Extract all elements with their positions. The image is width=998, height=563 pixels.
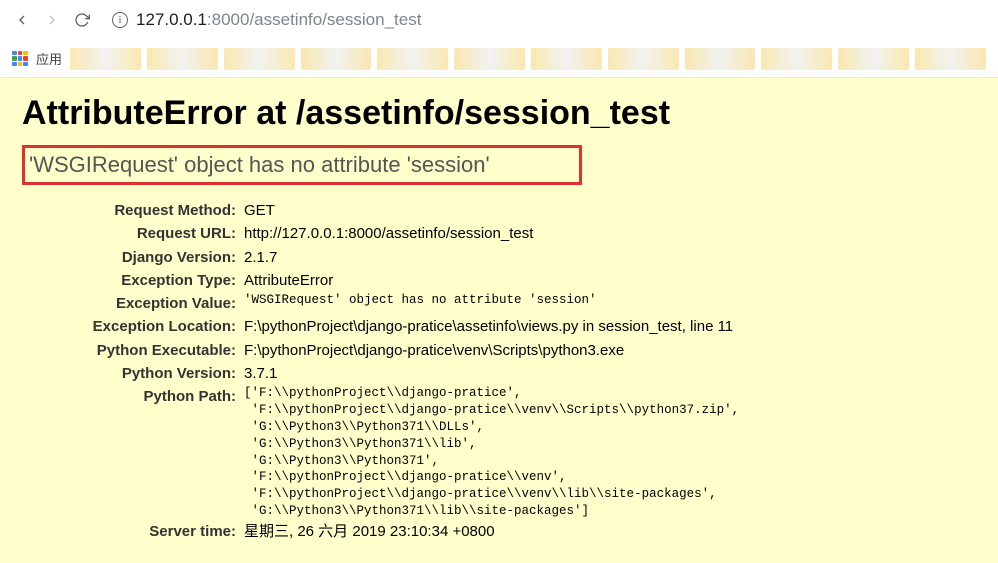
- python-executable-label: Python Executable:: [62, 339, 244, 362]
- exception-value-label: Exception Value:: [62, 292, 244, 315]
- exception-value-value: 'WSGIRequest' object has no attribute 's…: [244, 292, 597, 309]
- django-version-value: 2.1.7: [244, 246, 277, 269]
- error-page: AttributeError at /assetinfo/session_tes…: [0, 78, 998, 563]
- exception-type-row: Exception Type: AttributeError: [62, 269, 976, 292]
- apps-icon[interactable]: [12, 51, 28, 67]
- exception-type-label: Exception Type:: [62, 269, 244, 292]
- server-time-row: Server time: 星期三, 26 六月 2019 23:10:34 +0…: [62, 520, 976, 543]
- django-version-row: Django Version: 2.1.7: [62, 246, 976, 269]
- python-version-value: 3.7.1: [244, 362, 277, 385]
- python-path-row: Python Path: ['F:\\pythonProject\\django…: [62, 385, 976, 520]
- request-method-value: GET: [244, 199, 275, 222]
- exception-location-label: Exception Location:: [62, 315, 244, 338]
- bookmarks-redacted: [70, 48, 986, 70]
- python-path-value: ['F:\\pythonProject\\django-pratice', 'F…: [244, 385, 739, 520]
- request-url-value: http://127.0.0.1:8000/assetinfo/session_…: [244, 222, 533, 245]
- forward-button[interactable]: [42, 10, 62, 30]
- django-version-label: Django Version:: [62, 246, 244, 269]
- request-url-label: Request URL:: [62, 222, 244, 245]
- server-time-value: 星期三, 26 六月 2019 23:10:34 +0800: [244, 520, 495, 543]
- error-subtitle: 'WSGIRequest' object has no attribute 's…: [22, 145, 582, 185]
- request-url-row: Request URL: http://127.0.0.1:8000/asset…: [62, 222, 976, 245]
- url-text: 127.0.0.1:8000/assetinfo/session_test: [136, 10, 421, 30]
- python-version-label: Python Version:: [62, 362, 244, 385]
- python-version-row: Python Version: 3.7.1: [62, 362, 976, 385]
- error-title: AttributeError at /assetinfo/session_tes…: [22, 94, 976, 133]
- bookmark-bar: 应用: [0, 40, 998, 78]
- exception-type-value: AttributeError: [244, 269, 333, 292]
- python-path-label: Python Path:: [62, 385, 244, 408]
- server-time-label: Server time:: [62, 520, 244, 543]
- address-bar[interactable]: i 127.0.0.1:8000/assetinfo/session_test: [102, 10, 986, 30]
- error-details-table: Request Method: GET Request URL: http://…: [62, 199, 976, 543]
- request-method-row: Request Method: GET: [62, 199, 976, 222]
- exception-location-value: F:\pythonProject\django-pratice\assetinf…: [244, 315, 733, 338]
- browser-toolbar: i 127.0.0.1:8000/assetinfo/session_test: [0, 0, 998, 40]
- python-executable-row: Python Executable: F:\pythonProject\djan…: [62, 339, 976, 362]
- exception-location-row: Exception Location: F:\pythonProject\dja…: [62, 315, 976, 338]
- back-button[interactable]: [12, 10, 32, 30]
- request-method-label: Request Method:: [62, 199, 244, 222]
- apps-label[interactable]: 应用: [36, 49, 62, 68]
- reload-button[interactable]: [72, 10, 92, 30]
- site-info-icon[interactable]: i: [112, 12, 128, 28]
- exception-value-row: Exception Value: 'WSGIRequest' object ha…: [62, 292, 976, 315]
- python-executable-value: F:\pythonProject\django-pratice\venv\Scr…: [244, 339, 624, 362]
